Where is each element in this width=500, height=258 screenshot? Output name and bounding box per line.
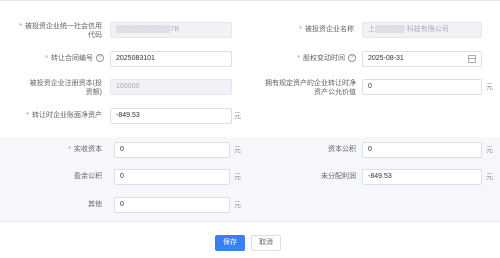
calendar-icon[interactable] <box>468 55 476 63</box>
contract-no-label: * 转让合同编号? <box>14 54 104 63</box>
fair-value-label: 拥有规定资产的企业转让时净资产公允价值 <box>265 80 356 96</box>
registered-capital-label: 被投资企业注册资本(投资额) <box>29 80 102 96</box>
registered-capital-field: 100000 <box>110 79 232 95</box>
undistributed-profit-input[interactable]: -849.53 <box>362 169 482 185</box>
save-button[interactable]: 保存 <box>215 235 245 251</box>
cancel-button[interactable]: 取消 <box>251 235 281 251</box>
contract-no-input[interactable]: 2025083101 <box>110 51 232 67</box>
paid-in-capital-label: * 实收资本 <box>68 146 102 153</box>
book-net-assets-label: * 转让时企业账面净资产 <box>26 112 102 119</box>
company-name-field: 上▒▒▒▒▒▒ 科技有限公司 <box>362 22 482 38</box>
required-mark: * <box>45 55 48 62</box>
surplus-reserve-input[interactable]: 0 <box>114 169 230 185</box>
other-label: 其他 <box>88 201 102 208</box>
unit-label: 元 <box>234 113 241 120</box>
required-mark: * <box>68 146 71 153</box>
book-net-assets-input[interactable]: -849.53 <box>110 108 232 124</box>
fair-value-input[interactable]: 0 <box>362 79 482 95</box>
top-divider <box>0 0 500 1</box>
unit-label: 元 <box>486 147 493 154</box>
surplus-reserve-label: 盈余公积 <box>74 173 102 180</box>
required-mark: * <box>26 112 29 119</box>
other-input[interactable]: 0 <box>114 197 230 213</box>
equity-change-date-value: 2025-08-31 <box>368 55 404 62</box>
footer-divider <box>0 221 500 222</box>
question-circle-icon[interactable]: ? <box>96 54 104 63</box>
undistributed-profit-label: 未分配利润 <box>321 173 356 180</box>
credit-code-field: ▒▒▒▒▒▒▒▒▒▒▒7B <box>110 22 232 38</box>
paid-in-capital-input[interactable]: 0 <box>114 142 230 158</box>
equity-change-date-picker[interactable]: 2025-08-31 <box>362 51 482 67</box>
equity-transfer-form: * 被投资企业统一社会信用代码 ▒▒▒▒▒▒▒▒▒▒▒7B * 被投资企业名称 上▒… <box>0 0 500 258</box>
equity-change-time-label: * 股权变动时间? <box>264 54 356 63</box>
capital-reserve-input[interactable]: 0 <box>362 142 482 158</box>
unit-label: 元 <box>486 174 493 181</box>
unit-label: 元 <box>234 147 241 154</box>
required-mark: * <box>299 26 302 33</box>
required-mark: * <box>19 23 22 30</box>
unit-label: 元 <box>234 202 241 209</box>
unit-label: 元 <box>486 84 493 91</box>
question-circle-icon[interactable]: ? <box>348 54 356 63</box>
unit-label: 元 <box>234 174 241 181</box>
credit-code-label: * 被投资企业统一社会信用代码 <box>19 23 102 39</box>
capital-reserve-label: 资本公积 <box>328 146 356 153</box>
required-mark: * <box>297 55 300 62</box>
company-name-label: * 被投资企业名称 <box>299 26 354 33</box>
